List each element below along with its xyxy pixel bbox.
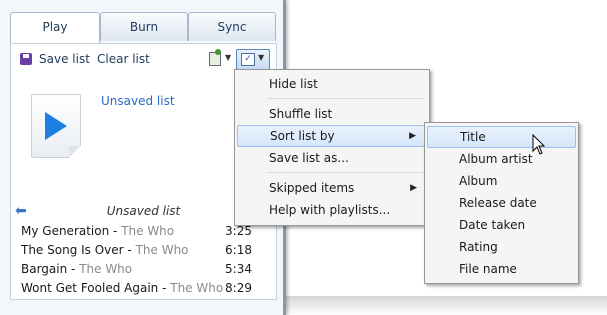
track-artist: The Who [79, 262, 133, 276]
list-options-button[interactable]: ✓ ▼ [236, 49, 270, 70]
track-title: The Song Is Over - The Who [21, 243, 189, 257]
submenu-item-file-name[interactable]: File name [427, 258, 576, 280]
clear-list-button[interactable]: Clear list [97, 52, 150, 66]
save-list-button[interactable]: Save list [39, 52, 90, 66]
track-duration: 5:34 [225, 262, 252, 276]
tab-bar: Play Burn Sync [10, 12, 276, 44]
album-title-link[interactable]: Unsaved list [101, 94, 175, 108]
save-icon[interactable] [20, 53, 32, 65]
menu-separator [267, 98, 425, 99]
tab-sync[interactable]: Sync [188, 12, 276, 41]
list-options-menu: Hide list Shuffle list Sort list by ▶ Sa… [234, 69, 430, 226]
submenu-item-date-taken[interactable]: Date taken [427, 214, 576, 236]
menu-item-hide-list[interactable]: Hide list [237, 73, 425, 95]
menu-item-label: Skipped items [269, 181, 355, 195]
chevron-right-icon: ▶ [410, 183, 417, 193]
submenu-item-release-date[interactable]: Release date [427, 192, 576, 214]
menu-item-sort-list-by[interactable]: Sort list by ▶ [237, 125, 425, 147]
menu-separator [267, 172, 425, 173]
track-title: Bargain - The Who [21, 262, 133, 276]
menu-item-label: Sort list by [270, 129, 335, 143]
play-file-icon [31, 94, 81, 158]
menu-item-help-with-playlists[interactable]: Help with playlists... [237, 199, 425, 221]
menu-item-shuffle-list[interactable]: Shuffle list [237, 103, 425, 125]
track-duration: 6:18 [225, 243, 252, 257]
track-artist: The Who [135, 243, 189, 257]
track-title: My Generation - The Who [21, 224, 175, 238]
track-duration: 8:29 [225, 281, 252, 295]
submenu-item-album-artist[interactable]: Album artist [427, 148, 576, 170]
list-item[interactable]: The Song Is Over - The Who 6:18 [11, 241, 276, 260]
submenu-item-album[interactable]: Album [427, 170, 576, 192]
list-item[interactable]: Bargain - The Who 5:34 [11, 260, 276, 279]
chevron-down-icon: ▼ [258, 53, 265, 62]
tab-play[interactable]: Play [10, 12, 100, 44]
tab-burn[interactable]: Burn [100, 12, 188, 41]
list-item[interactable]: Wont Get Fooled Again - The Who 8:29 [11, 279, 276, 298]
sort-submenu: Title Album artist Album Release date Da… [424, 122, 579, 284]
chevron-down-icon[interactable]: ▼ [225, 53, 231, 62]
list-options-icon: ✓ [241, 53, 255, 66]
menu-item-skipped-items[interactable]: Skipped items ▶ [237, 177, 425, 199]
play-to-icon[interactable] [209, 49, 221, 66]
play-icon [45, 112, 67, 140]
submenu-item-rating[interactable]: Rating [427, 236, 576, 258]
track-artist: The Who [121, 224, 175, 238]
track-title: Wont Get Fooled Again - The Who [21, 281, 224, 295]
submenu-item-title[interactable]: Title [427, 126, 576, 148]
track-artist: The Who [170, 281, 224, 295]
chevron-right-icon: ▶ [409, 131, 416, 141]
menu-item-save-list-as[interactable]: Save list as... [237, 147, 425, 169]
